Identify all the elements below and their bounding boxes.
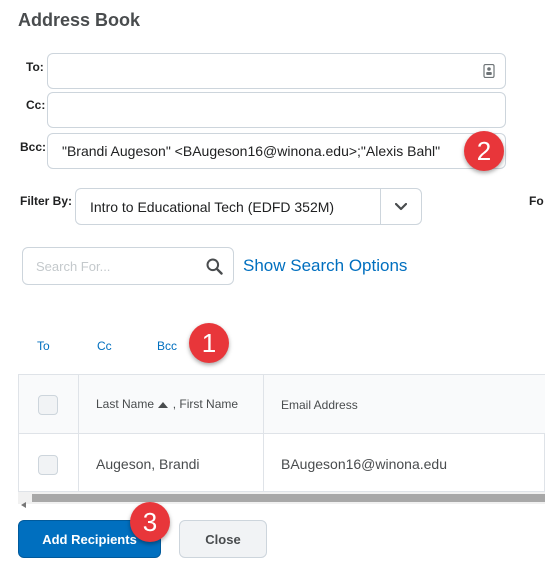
row-checkbox[interactable] bbox=[38, 455, 58, 475]
last-name-sort-label[interactable]: Last Name bbox=[96, 397, 154, 411]
show-search-options-link[interactable]: Show Search Options bbox=[243, 256, 407, 276]
chevron-down-icon bbox=[394, 198, 408, 216]
header-select-cell bbox=[19, 375, 79, 433]
close-button[interactable]: Close bbox=[179, 520, 267, 558]
bcc-field[interactable]: "Brandi Augeson" <BAugeson16@winona.edu>… bbox=[47, 133, 506, 169]
scrollbar-thumb[interactable] bbox=[32, 494, 545, 502]
filter-dropdown-button[interactable] bbox=[380, 189, 421, 224]
row-email: BAugeson16@winona.edu bbox=[281, 456, 448, 472]
sort-ascending-icon bbox=[158, 397, 169, 411]
row-select-cell bbox=[19, 434, 79, 491]
email-column-header: Email Address bbox=[281, 398, 358, 412]
filter-label: Filter By: bbox=[20, 194, 73, 208]
name-cell: Augeson, Brandi bbox=[78, 434, 264, 491]
name-column-label: Last Name , First Name bbox=[96, 397, 238, 411]
table-header: Last Name , First Name Email Address bbox=[19, 375, 545, 434]
to-field[interactable] bbox=[47, 53, 506, 89]
table-row: Augeson, Brandi BAugeson16@winona.edu bbox=[19, 434, 545, 491]
name-column-header[interactable]: Last Name , First Name bbox=[78, 375, 264, 433]
first-name-sort-label[interactable]: , First Name bbox=[173, 397, 238, 411]
callout-badge-1: 1 bbox=[189, 323, 229, 363]
cc-field[interactable] bbox=[47, 92, 506, 128]
dialog-title: Address Book bbox=[18, 10, 141, 30]
cc-label: Cc: bbox=[26, 98, 46, 112]
search-placeholder: Search For... bbox=[36, 259, 111, 274]
search-input[interactable]: Search For... bbox=[22, 247, 234, 285]
select-all-checkbox[interactable] bbox=[38, 395, 58, 415]
recipients-table: Last Name , First Name Email Address Aug… bbox=[18, 374, 545, 492]
filter-select[interactable]: Intro to Educational Tech (EDFD 352M) bbox=[75, 188, 422, 225]
filter-cut-label: Fo bbox=[529, 194, 544, 208]
scroll-left-arrow-icon[interactable] bbox=[21, 495, 26, 513]
horizontal-scrollbar[interactable] bbox=[18, 492, 545, 508]
callout-badge-3: 3 bbox=[130, 502, 170, 542]
tab-cc[interactable]: Cc bbox=[97, 339, 112, 353]
bcc-field-value: "Brandi Augeson" <BAugeson16@winona.edu>… bbox=[62, 143, 441, 159]
to-label: To: bbox=[26, 60, 44, 74]
tab-to[interactable]: To bbox=[37, 339, 50, 353]
bcc-label: Bcc: bbox=[20, 140, 47, 154]
search-icon[interactable] bbox=[206, 258, 223, 280]
address-book-icon[interactable] bbox=[483, 63, 495, 83]
tab-bcc[interactable]: Bcc bbox=[157, 339, 177, 353]
row-name: Augeson, Brandi bbox=[96, 456, 200, 472]
callout-badge-2: 2 bbox=[464, 131, 504, 171]
filter-selected-value: Intro to Educational Tech (EDFD 352M) bbox=[90, 199, 335, 215]
